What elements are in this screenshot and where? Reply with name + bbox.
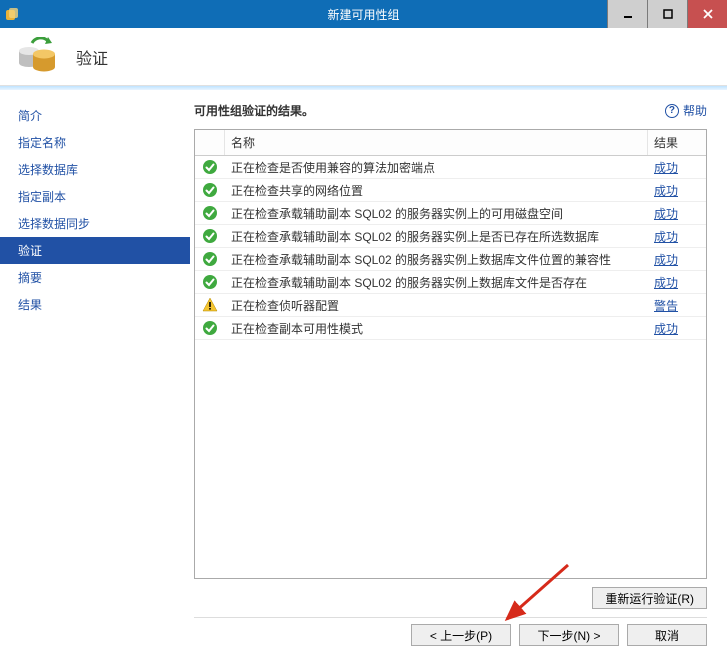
sidebar-item-3[interactable]: 指定副本	[18, 183, 190, 210]
sidebar-item-2[interactable]: 选择数据库	[18, 156, 190, 183]
table-row: 正在检查是否使用兼容的算法加密端点成功	[195, 156, 706, 179]
sidebar-item-1[interactable]: 指定名称	[18, 129, 190, 156]
col-result: 结果	[648, 130, 706, 155]
row-name: 正在检查承载辅助副本 SQL02 的服务器实例上是否已存在所选数据库	[225, 228, 648, 245]
row-result-link[interactable]: 成功	[654, 184, 678, 198]
row-result-link[interactable]: 成功	[654, 207, 678, 221]
row-result-link[interactable]: 成功	[654, 276, 678, 290]
status-warn-icon	[195, 297, 225, 313]
row-result-link[interactable]: 警告	[654, 299, 678, 313]
sidebar-item-4[interactable]: 选择数据同步	[18, 210, 190, 237]
minimize-button[interactable]	[607, 0, 647, 28]
sidebar-item-0[interactable]: 简介	[18, 102, 190, 129]
sidebar-item-7[interactable]: 结果	[18, 291, 190, 318]
row-result-link[interactable]: 成功	[654, 230, 678, 244]
row-name: 正在检查承载辅助副本 SQL02 的服务器实例上数据库文件位置的兼容性	[225, 251, 648, 268]
table-row: 正在检查承载辅助副本 SQL02 的服务器实例上是否已存在所选数据库成功	[195, 225, 706, 248]
row-result-link[interactable]: 成功	[654, 253, 678, 267]
page-header: 验证	[0, 28, 727, 86]
table-row: 正在检查侦听器配置警告	[195, 294, 706, 317]
status-ok-icon	[195, 320, 225, 336]
row-name: 正在检查侦听器配置	[225, 297, 648, 314]
page-title: 验证	[76, 45, 108, 69]
row-name: 正在检查承载辅助副本 SQL02 的服务器实例上数据库文件是否存在	[225, 274, 648, 291]
status-ok-icon	[195, 251, 225, 267]
window-titlebar: 新建可用性组	[0, 0, 727, 28]
status-ok-icon	[195, 228, 225, 244]
previous-button[interactable]: < 上一步(P)	[411, 624, 511, 646]
help-icon: ?	[665, 104, 679, 118]
close-button[interactable]	[687, 0, 727, 28]
sidebar-item-5[interactable]: 验证	[0, 237, 190, 264]
status-ok-icon	[195, 274, 225, 290]
row-name: 正在检查承载辅助副本 SQL02 的服务器实例上的可用磁盘空间	[225, 205, 648, 222]
table-row: 正在检查共享的网络位置成功	[195, 179, 706, 202]
content-area: 可用性组验证的结果。 ? 帮助 名称 结果 正在检查是否使用兼容的算法加密端点成…	[190, 90, 727, 656]
wizard-icon	[18, 37, 58, 76]
sidebar-item-6[interactable]: 摘要	[18, 264, 190, 291]
table-row: 正在检查副本可用性模式成功	[195, 317, 706, 340]
grid-header: 名称 结果	[195, 130, 706, 156]
wizard-sidebar: 简介指定名称选择数据库指定副本选择数据同步验证摘要结果	[0, 90, 190, 656]
row-name: 正在检查副本可用性模式	[225, 320, 648, 337]
maximize-button[interactable]	[647, 0, 687, 28]
cancel-button[interactable]: 取消	[627, 624, 707, 646]
row-result-link[interactable]: 成功	[654, 322, 678, 336]
col-name: 名称	[225, 130, 648, 155]
table-row: 正在检查承载辅助副本 SQL02 的服务器实例上数据库文件位置的兼容性成功	[195, 248, 706, 271]
status-ok-icon	[195, 205, 225, 221]
table-row: 正在检查承载辅助副本 SQL02 的服务器实例上的可用磁盘空间成功	[195, 202, 706, 225]
row-name: 正在检查共享的网络位置	[225, 182, 648, 199]
status-ok-icon	[195, 182, 225, 198]
rerun-validation-button[interactable]: 重新运行验证(R)	[592, 587, 707, 609]
results-heading: 可用性组验证的结果。	[194, 102, 314, 119]
row-result-link[interactable]: 成功	[654, 161, 678, 175]
app-icon	[0, 6, 24, 22]
validation-grid: 名称 结果 正在检查是否使用兼容的算法加密端点成功正在检查共享的网络位置成功正在…	[194, 129, 707, 579]
next-button[interactable]: 下一步(N) >	[519, 624, 619, 646]
row-name: 正在检查是否使用兼容的算法加密端点	[225, 159, 648, 176]
help-label: 帮助	[683, 102, 707, 119]
table-row: 正在检查承载辅助副本 SQL02 的服务器实例上数据库文件是否存在成功	[195, 271, 706, 294]
status-ok-icon	[195, 159, 225, 175]
help-link[interactable]: ? 帮助	[665, 102, 707, 119]
wizard-footer: < 上一步(P) 下一步(N) > 取消	[194, 617, 707, 646]
